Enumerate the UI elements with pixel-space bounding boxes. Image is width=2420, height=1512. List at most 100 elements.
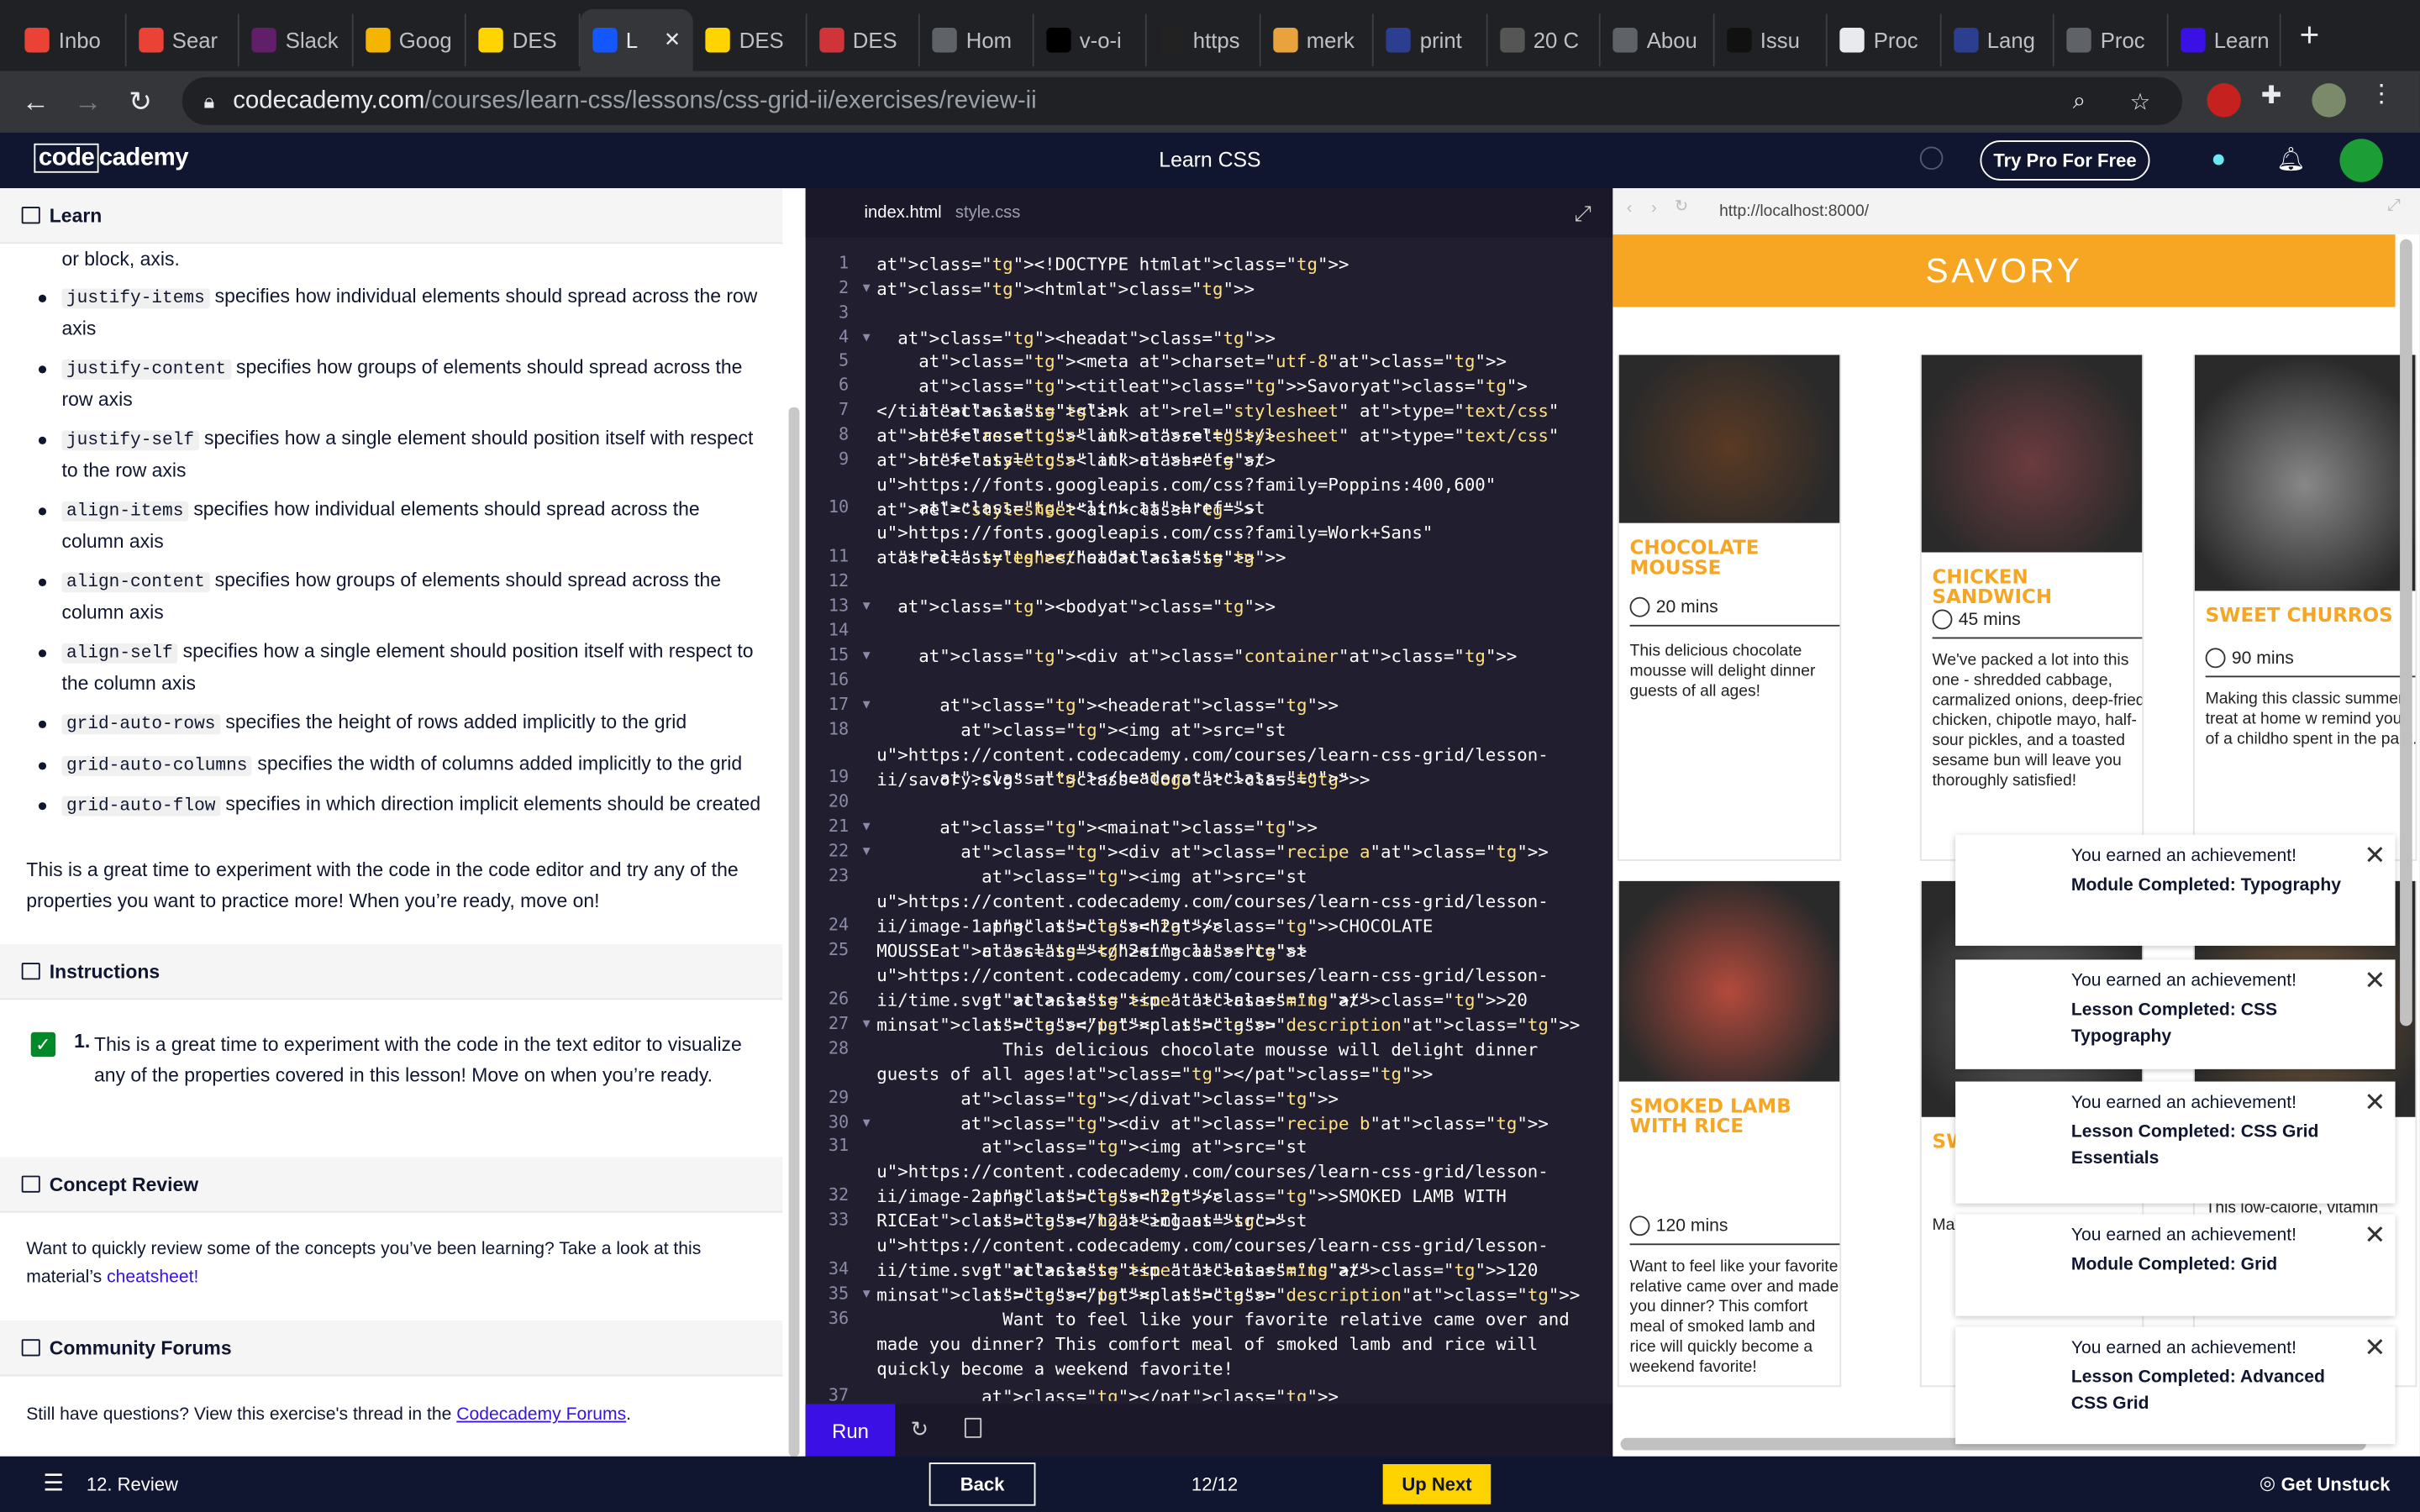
extension-badge-icon[interactable] — [2207, 83, 2241, 118]
fold-arrow-icon[interactable]: ▼ — [863, 648, 871, 662]
instructions-header[interactable]: Instructions — [0, 944, 783, 1000]
fold-arrow-icon[interactable]: ▼ — [863, 330, 871, 344]
lesson-name[interactable]: 12. Review — [87, 1473, 178, 1495]
browser-tab[interactable]: Inbo — [13, 13, 126, 66]
browser-tab[interactable]: DES — [693, 13, 807, 66]
browser-tab[interactable]: Learn — [2168, 13, 2281, 66]
recipe-title: CHOCOLATE MOUSSE — [1629, 535, 1760, 579]
close-tab-icon[interactable]: ✕ — [664, 28, 681, 52]
clipboard-icon[interactable] — [964, 1417, 982, 1438]
browser-tab[interactable]: https — [1147, 13, 1260, 66]
preview-scrollbar[interactable] — [2400, 239, 2412, 1026]
browser-tab[interactable]: DES — [807, 13, 920, 66]
back-button[interactable]: Back — [929, 1462, 1036, 1506]
browser-tab[interactable]: print — [1374, 13, 1487, 66]
notification-bell-icon[interactable]: 🔔︎ — [2276, 145, 2306, 172]
forward-arrow-icon[interactable]: → — [61, 86, 113, 118]
recipe-card: SMOKED LAMB WITH RICE 120 mins Want to fee… — [1617, 880, 1842, 1388]
forums-text: Still have questions? View this exercise… — [26, 1401, 764, 1431]
close-icon[interactable]: ✕ — [2364, 1333, 2386, 1364]
quote-icon — [1499, 28, 1524, 53]
browser-tab[interactable]: Proc — [2054, 13, 2168, 66]
browser-tab[interactable]: v-o-i — [1034, 13, 1147, 66]
reset-icon[interactable]: ↻ — [911, 1416, 929, 1442]
fold-arrow-icon[interactable]: ▼ — [863, 1116, 871, 1130]
expand-icon[interactable]: ⤢ — [1574, 201, 1591, 227]
run-button[interactable]: Run — [805, 1404, 896, 1457]
cheatsheet-link[interactable]: cheatsheet! — [107, 1268, 198, 1286]
browser-tab[interactable]: Issu — [1714, 13, 1828, 66]
browser-tab[interactable]: merk — [1260, 13, 1374, 66]
preview-forward-icon[interactable]: › — [1651, 199, 1656, 218]
browser-tab[interactable]: Goog — [353, 13, 466, 66]
up-next-button[interactable]: Up Next — [1382, 1464, 1491, 1504]
tab-style-css[interactable]: style.css — [955, 203, 1020, 222]
menu-icon[interactable]: ☰ — [43, 1469, 64, 1496]
close-icon[interactable]: ✕ — [2364, 1088, 2386, 1119]
line-number: 15 — [828, 644, 850, 665]
try-pro-button[interactable]: Try Pro For Free — [1980, 140, 2150, 181]
browser-tab[interactable]: 20 C — [1487, 13, 1601, 66]
browser-tab[interactable]: Lang — [1941, 13, 2054, 66]
fold-arrow-icon[interactable]: ▼ — [863, 697, 871, 711]
task-checkbox[interactable]: ✓ — [30, 1032, 56, 1058]
code-area[interactable]: 1 at">class="tg"><!DOCTYPE htmlat">class=… — [806, 253, 1613, 1401]
tab-index-html[interactable]: index.html — [865, 203, 942, 222]
code-text: at">class="tg"><mainat">class="tg">> — [939, 817, 1318, 838]
preview-back-icon[interactable]: ‹ — [1627, 199, 1632, 218]
browser-tab[interactable]: Abou — [1601, 13, 1714, 66]
fold-arrow-icon[interactable]: ▼ — [863, 844, 871, 858]
recipe-mins: 120 mins — [1655, 1216, 1728, 1236]
preview-expand-icon[interactable]: ⤢ — [2387, 196, 2400, 216]
recipe-title: SWEET CHURROS — [2205, 603, 2393, 627]
recipe-time: 90 mins — [2205, 648, 2416, 678]
recipe-image — [2194, 354, 2416, 591]
line-number: 26 — [828, 989, 850, 1010]
timer-icon[interactable] — [1919, 146, 1944, 171]
fold-arrow-icon[interactable]: ▼ — [863, 819, 871, 833]
concept-review-header[interactable]: Concept Review — [0, 1157, 783, 1213]
learn-scrollbar[interactable] — [788, 407, 800, 1457]
fold-arrow-icon[interactable]: ▼ — [863, 1287, 871, 1301]
bookmark-star-icon[interactable]: ☆ — [2130, 88, 2151, 116]
preview-reload-icon[interactable]: ↻ — [1675, 197, 1688, 216]
browser-tab[interactable]: Slack — [239, 13, 353, 66]
close-icon[interactable]: ✕ — [2364, 841, 2386, 872]
browser-tab[interactable]: Hom — [920, 13, 1034, 66]
browser-tab-label: print — [1419, 28, 1462, 53]
preview-url[interactable]: http://localhost:8000/ — [1719, 202, 1869, 221]
line-number: 30 — [828, 1112, 850, 1133]
get-unstuck-button[interactable]: Get Unstuck — [2281, 1473, 2391, 1495]
reload-icon[interactable]: ↻ — [114, 86, 166, 118]
browser-tab[interactable]: Sear — [126, 13, 239, 66]
concept-review-title: Concept Review — [49, 1173, 199, 1195]
profile-avatar[interactable] — [2312, 83, 2346, 118]
recipe-description: Want to feel like your favorite relative… — [1629, 1257, 1839, 1377]
fold-arrow-icon[interactable]: ▼ — [863, 281, 871, 295]
line-number: 17 — [828, 694, 850, 715]
community-forums-header[interactable]: Community Forums — [0, 1320, 783, 1377]
status-dot-icon — [2212, 154, 2224, 165]
address-bar[interactable]: 🔒︎ codecademy.com/courses/learn-css/less… — [182, 76, 2183, 125]
puzzle-extensions-icon[interactable]: ✚ — [2261, 81, 2295, 114]
browser-tab[interactable]: Proc — [1828, 13, 1941, 66]
zoom-icon[interactable]: ⌕ — [2073, 88, 2086, 114]
browser-tab[interactable]: DES — [466, 13, 580, 66]
recipe-time: 20 mins — [1629, 596, 1840, 627]
browser-tab[interactable]: L ✕ — [579, 9, 693, 71]
line-number: 28 — [828, 1038, 850, 1058]
back-arrow-icon[interactable]: ← — [9, 86, 61, 118]
close-icon[interactable]: ✕ — [2364, 966, 2386, 997]
fold-arrow-icon[interactable]: ▼ — [863, 1016, 871, 1031]
app-header: code cademy Learn CSS Try Pro For Free 🔔︎ — [0, 132, 2420, 189]
new-tab-icon[interactable]: + — [2300, 15, 2320, 55]
browser-menu-icon[interactable]: ⋮ — [2369, 79, 2402, 113]
user-avatar[interactable] — [2339, 139, 2383, 182]
line-number: 34 — [828, 1258, 850, 1279]
close-icon[interactable]: ✕ — [2364, 1221, 2386, 1252]
property-list-item: align-self specifies how a single elemen… — [26, 638, 764, 699]
learn-section-header[interactable]: Learn — [0, 188, 783, 244]
codecademy-forums-link[interactable]: Codecademy Forums — [456, 1405, 626, 1424]
browser-tab-label: Lang — [1986, 28, 2035, 53]
fold-arrow-icon[interactable]: ▼ — [863, 599, 871, 613]
